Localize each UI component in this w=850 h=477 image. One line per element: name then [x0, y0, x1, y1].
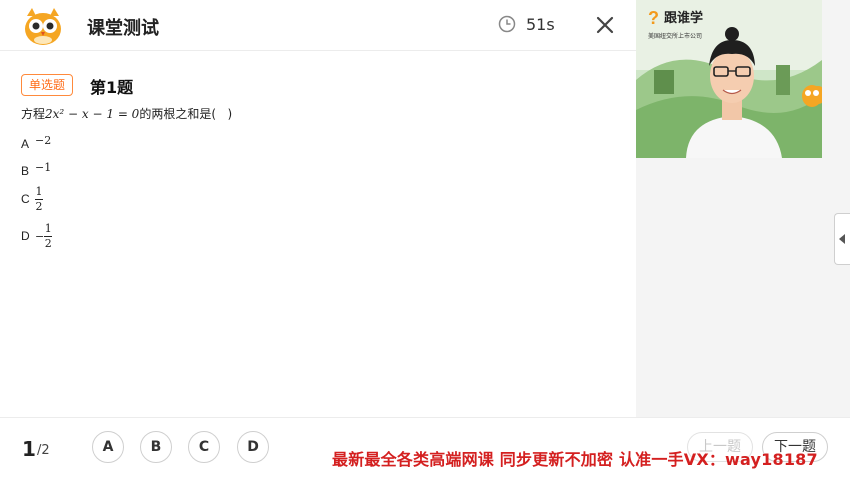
- option-letter: D: [21, 229, 30, 243]
- option-letter: A: [21, 137, 30, 151]
- question-mark-logo: ?: [648, 8, 659, 28]
- video-frame: ? 跟谁学 美国纽交所上市公司: [636, 0, 822, 158]
- question-type-badge: 单选题: [21, 74, 74, 96]
- answer-d-button[interactable]: D: [237, 431, 269, 463]
- close-icon[interactable]: [592, 12, 618, 38]
- option-d: D −1 2: [21, 222, 53, 250]
- answer-b-button[interactable]: B: [140, 431, 172, 463]
- page-total: /2: [37, 443, 50, 458]
- option-fraction: 12: [35, 186, 43, 213]
- collapse-panel-toggle[interactable]: [834, 213, 850, 265]
- option-value: −2: [35, 134, 52, 147]
- option-letter: C: [21, 192, 30, 206]
- page-current: 1: [22, 437, 36, 461]
- answer-c-button[interactable]: C: [188, 431, 220, 463]
- question-stem: 方程2x² − x − 1 = 0的两根之和是( ): [21, 105, 232, 122]
- answer-a-button[interactable]: A: [92, 431, 124, 463]
- brand-subtitle: 美国纽交所上市公司: [648, 32, 702, 40]
- stem-suffix: 的两根之和是( ): [139, 107, 233, 121]
- option-fraction: 12: [44, 222, 53, 250]
- option-letter: B: [21, 164, 30, 178]
- promo-watermark-text: 最新最全各类高端网课 同步更新不加密 认准一手VX：way18187: [332, 450, 818, 469]
- clock-icon: [498, 15, 516, 33]
- owl-mascot-logo: [25, 8, 61, 45]
- option-value: −1: [35, 161, 52, 174]
- teacher-video: ? 跟谁学 美国纽交所上市公司: [636, 0, 822, 158]
- brand-name: 跟谁学: [664, 10, 703, 26]
- fraction-denominator: 2: [35, 200, 43, 213]
- stem-equation: 2x² − x − 1 = 0: [45, 107, 140, 121]
- stem-prefix: 方程: [21, 107, 46, 121]
- page-title: 课堂测试: [87, 18, 159, 39]
- header-bar: 课堂测试 51s: [0, 0, 636, 51]
- option-sign: −: [35, 230, 45, 243]
- fraction-denominator: 2: [44, 237, 52, 250]
- countdown-timer: 51s: [526, 15, 555, 34]
- question-number: 第1题: [90, 78, 134, 97]
- fraction-numerator: 1: [44, 222, 52, 235]
- option-a: A −2: [21, 134, 51, 151]
- option-c: C12: [21, 186, 43, 213]
- fraction-numerator: 1: [35, 185, 43, 198]
- option-b: B −1: [21, 161, 51, 178]
